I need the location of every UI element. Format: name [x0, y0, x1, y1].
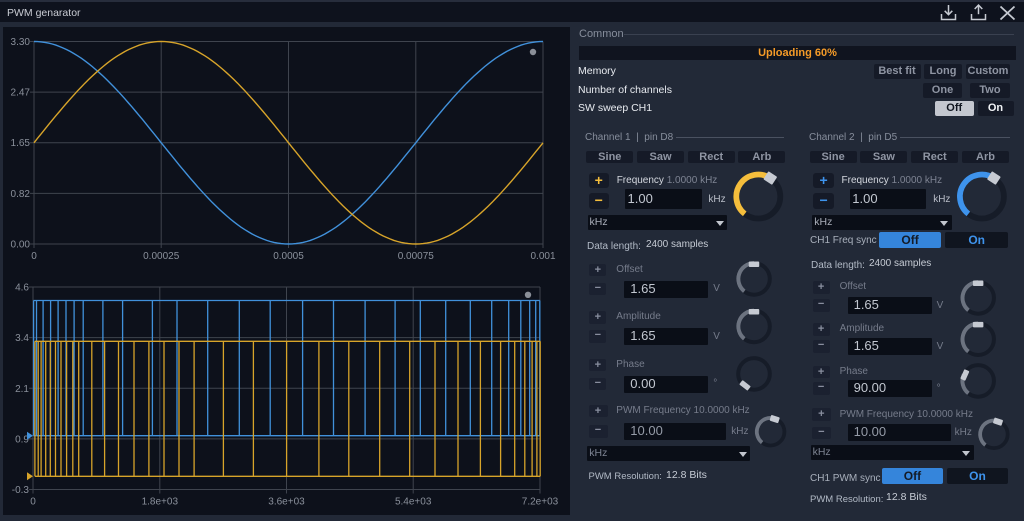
svg-text:5.4e+03: 5.4e+03: [395, 497, 432, 508]
svg-text:0.00075: 0.00075: [398, 251, 435, 262]
svg-text:0: 0: [30, 497, 36, 508]
svg-text:7.2e+03: 7.2e+03: [522, 497, 559, 508]
svg-text:4.6: 4.6: [15, 283, 29, 294]
svg-text:0.82: 0.82: [11, 189, 31, 200]
svg-text:0.001: 0.001: [530, 251, 555, 262]
svg-text:0.00: 0.00: [11, 240, 31, 251]
svg-text:3.6e+03: 3.6e+03: [268, 497, 305, 508]
svg-text:2.1: 2.1: [15, 384, 29, 395]
svg-text:1.65: 1.65: [11, 138, 31, 149]
svg-text:3.30: 3.30: [11, 37, 31, 48]
svg-text:0.00025: 0.00025: [143, 251, 180, 262]
svg-text:0: 0: [31, 251, 37, 262]
svg-text:1.8e+03: 1.8e+03: [142, 497, 179, 508]
svg-text:2.47: 2.47: [11, 88, 31, 99]
svg-text:3.4: 3.4: [15, 333, 29, 344]
svg-text:0.0005: 0.0005: [273, 251, 304, 262]
svg-text:-0.3: -0.3: [12, 485, 30, 496]
